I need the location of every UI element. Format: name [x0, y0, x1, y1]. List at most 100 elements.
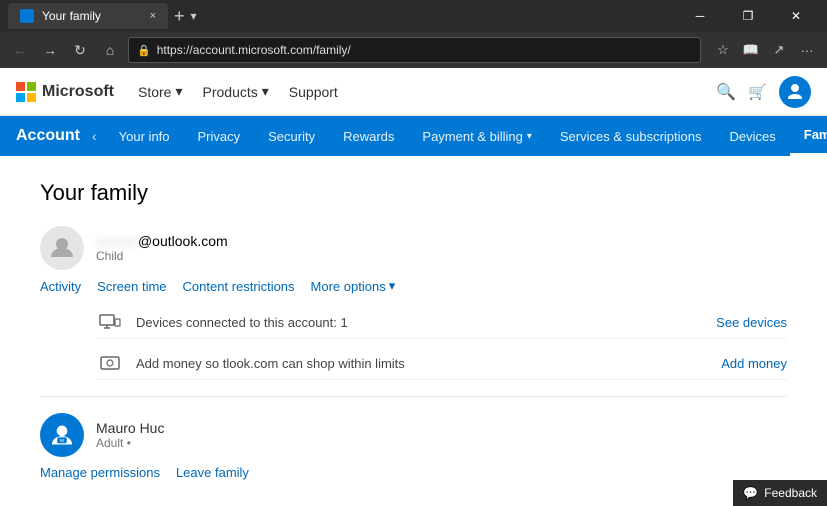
adult-member-links: Manage permissions Leave family — [40, 465, 787, 480]
tab-favicon — [20, 9, 34, 23]
child-member-links: Activity Screen time Content restriction… — [40, 278, 787, 294]
adult-member-header: M Mauro Huc Adult • — [40, 413, 787, 457]
devices-detail-row: Devices connected to this account: 1 See… — [96, 306, 787, 339]
browser-tab[interactable]: Your family × — [8, 3, 168, 29]
store-label: Store — [138, 84, 171, 100]
back-button[interactable]: ← — [8, 38, 32, 62]
ms-nav-links: Store ▾ Products ▾ Support — [130, 79, 346, 104]
tab-close-button[interactable]: × — [150, 10, 156, 22]
add-money-link[interactable]: Add money — [721, 356, 787, 371]
store-nav-link[interactable]: Store ▾ — [130, 79, 191, 104]
logo-sq-blue — [16, 93, 25, 102]
more-options-link[interactable]: More options ▾ — [311, 278, 396, 294]
products-label: Products — [203, 84, 258, 100]
tab-list-button[interactable]: ▾ — [191, 9, 197, 23]
child-member-header: ·········@outlook.com Child — [40, 226, 787, 270]
close-button[interactable]: ✕ — [773, 0, 819, 32]
billing-chevron: ▾ — [527, 131, 532, 142]
adult-avatar: M — [40, 413, 84, 457]
nav-security-label: Security — [268, 129, 315, 144]
account-nav-items: Your info Privacy Security Rewards Payme… — [105, 116, 827, 156]
main-content: Your family ·········@outlook.com Child … — [0, 156, 827, 506]
nav-item-family[interactable]: Fam — [790, 116, 827, 156]
adult-member-card: M Mauro Huc Adult • Manage permissions L… — [40, 413, 787, 506]
nav-yourinfo-label: Your info — [119, 129, 170, 144]
nav-privacy-label: Privacy — [198, 129, 241, 144]
ms-logo[interactable]: Microsoft — [16, 82, 114, 102]
adult-avatar-icon: M — [49, 422, 75, 448]
money-text: Add money so tlook.com can shop within l… — [136, 356, 709, 371]
nav-item-services[interactable]: Services & subscriptions — [546, 116, 716, 156]
new-tab-button[interactable]: + — [174, 7, 185, 25]
feedback-button[interactable]: 💬 Feedback — [733, 480, 827, 506]
minimize-button[interactable]: ─ — [677, 0, 723, 32]
share-button[interactable]: ↗ — [767, 38, 791, 62]
child-member-details: Devices connected to this account: 1 See… — [96, 306, 787, 380]
activity-link[interactable]: Activity — [40, 278, 81, 294]
products-nav-link[interactable]: Products ▾ — [195, 79, 277, 104]
child-email-domain: @outlook.com — [138, 233, 228, 249]
reading-button[interactable]: 📖 — [739, 38, 763, 62]
child-avatar-icon — [49, 235, 75, 261]
nav-item-privacy[interactable]: Privacy — [184, 116, 255, 156]
devices-text: Devices connected to this account: 1 — [136, 315, 704, 330]
child-member-email: ·········@outlook.com — [96, 233, 228, 249]
nav-item-rewards[interactable]: Rewards — [329, 116, 408, 156]
browser-addressbar: ← → ↻ ⌂ 🔒 https://account.microsoft.com/… — [0, 32, 827, 68]
address-text: https://account.microsoft.com/family/ — [157, 43, 351, 57]
account-nav-chevron[interactable]: ‹ — [92, 128, 97, 144]
more-button[interactable]: ··· — [795, 38, 819, 62]
svg-text:M: M — [60, 438, 64, 444]
support-nav-link[interactable]: Support — [281, 79, 346, 104]
logo-sq-red — [16, 82, 25, 91]
nav-devices-label: Devices — [730, 129, 776, 144]
devices-icon — [96, 312, 124, 332]
window-controls: ─ ❐ ✕ — [677, 0, 819, 32]
child-role: Child — [96, 249, 228, 263]
money-svg — [100, 355, 120, 371]
nav-item-yourinfo[interactable]: Your info — [105, 116, 184, 156]
home-button[interactable]: ⌂ — [98, 38, 122, 62]
store-chevron: ▾ — [175, 83, 182, 100]
nav-services-label: Services & subscriptions — [560, 129, 702, 144]
logo-sq-green — [27, 82, 36, 91]
browser-titlebar: Your family × + ▾ ─ ❐ ✕ — [0, 0, 827, 32]
user-avatar[interactable] — [779, 76, 811, 108]
products-chevron: ▾ — [262, 83, 269, 100]
child-email-prefix: ········· — [96, 233, 138, 249]
support-label: Support — [289, 84, 338, 100]
leave-family-link[interactable]: Leave family — [176, 465, 249, 480]
child-avatar — [40, 226, 84, 270]
see-devices-link[interactable]: See devices — [716, 315, 787, 330]
refresh-button[interactable]: ↻ — [68, 38, 92, 62]
screen-time-link[interactable]: Screen time — [97, 278, 166, 294]
forward-button[interactable]: → — [38, 38, 62, 62]
page-title: Your family — [40, 180, 787, 206]
feedback-icon: 💬 — [743, 486, 758, 500]
devices-svg — [99, 314, 121, 330]
money-detail-row: Add money so tlook.com can shop within l… — [96, 347, 787, 380]
manage-permissions-link[interactable]: Manage permissions — [40, 465, 160, 480]
favorites-button[interactable]: ☆ — [711, 38, 735, 62]
nav-billing-label: Payment & billing — [422, 129, 522, 144]
ms-navbar: Microsoft Store ▾ Products ▾ Support 🔍 🛒 — [0, 68, 827, 116]
money-icon — [96, 353, 124, 373]
adult-name: Mauro Huc — [96, 420, 164, 436]
nav-item-devices[interactable]: Devices — [716, 116, 790, 156]
nav-rewards-label: Rewards — [343, 129, 394, 144]
lock-icon: 🔒 — [137, 44, 151, 57]
adult-role: Adult • — [96, 436, 164, 450]
cart-button[interactable]: 🛒 — [748, 83, 767, 101]
content-restrictions-link[interactable]: Content restrictions — [183, 278, 295, 294]
restore-button[interactable]: ❐ — [725, 0, 771, 32]
nav-family-label: Fam — [804, 127, 827, 142]
ms-logo-text: Microsoft — [42, 83, 114, 101]
search-button[interactable]: 🔍 — [716, 82, 736, 102]
address-box[interactable]: 🔒 https://account.microsoft.com/family/ — [128, 37, 701, 63]
account-nav-title[interactable]: Account — [16, 116, 92, 156]
child-member-card: ·········@outlook.com Child Activity Scr… — [40, 226, 787, 397]
nav-item-billing[interactable]: Payment & billing ▾ — [408, 116, 545, 156]
ms-nav-right: 🔍 🛒 — [716, 76, 811, 108]
nav-item-security[interactable]: Security — [254, 116, 329, 156]
more-options-chevron: ▾ — [389, 278, 396, 294]
